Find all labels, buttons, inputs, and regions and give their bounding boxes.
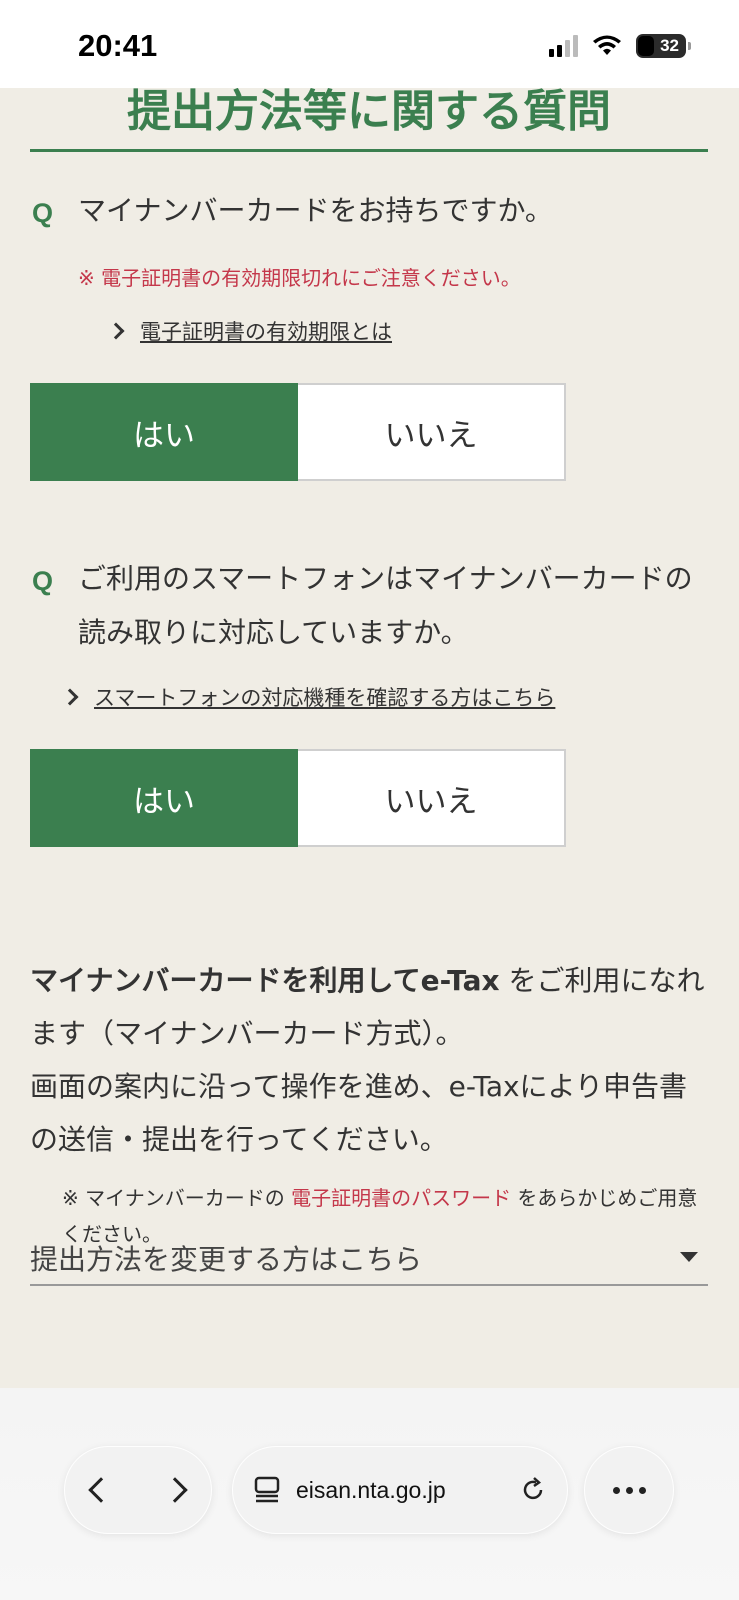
cert-expiry-link[interactable]: 電子証明書の有効期限とは: [107, 316, 392, 346]
browser-toolbar: eisan.nta.go.jp: [0, 1388, 739, 1600]
q2-toggle: はい いいえ: [30, 749, 566, 847]
more-button[interactable]: [584, 1446, 674, 1534]
result-headline: マイナンバーカードを利用してe-Tax: [30, 964, 500, 997]
change-method-dropdown[interactable]: 提出方法を変更する方はこちら: [30, 1238, 708, 1286]
battery-icon: 32: [636, 34, 691, 58]
result-message: マイナンバーカードを利用してe-Tax をご利用になれます（マイナンバーカード方…: [30, 954, 710, 1166]
q2-no-button[interactable]: いいえ: [298, 749, 566, 847]
status-icons: 32: [549, 34, 691, 58]
password-note-prefix: ※ マイナンバーカードの: [62, 1186, 292, 1210]
q2-yes-button[interactable]: はい: [30, 749, 298, 847]
more-icon: [612, 1486, 646, 1494]
nav-buttons: [64, 1446, 212, 1534]
q1-yes-button[interactable]: はい: [30, 383, 298, 481]
wifi-icon: [593, 35, 621, 55]
q1-label: Q: [32, 198, 54, 228]
q1-no-button[interactable]: いいえ: [298, 383, 566, 481]
address-bar[interactable]: eisan.nta.go.jp: [232, 1446, 568, 1534]
forward-icon[interactable]: [162, 1477, 188, 1503]
section-title: 提出方法等に関する質問: [30, 88, 708, 152]
chevron-right-icon: [61, 688, 79, 706]
supported-devices-link-text: スマートフォンの対応機種を確認する方はこちら: [94, 686, 556, 710]
back-icon[interactable]: [88, 1477, 114, 1503]
status-time: 20:41: [78, 28, 158, 63]
change-method-text: 提出方法を変更する方はこちら: [30, 1243, 423, 1276]
q1-text: マイナンバーカードをお持ちですか。: [78, 194, 553, 227]
signal-icon: [549, 35, 578, 57]
password-note-highlight: 電子証明書のパスワード: [291, 1186, 512, 1210]
reload-icon[interactable]: [518, 1475, 548, 1505]
url-text: eisan.nta.go.jp: [296, 1476, 446, 1503]
q2-label: Q: [32, 566, 54, 596]
q2-text: ご利用のスマートフォンはマイナンバーカードの読み取りに対応していますか。: [78, 562, 693, 649]
tabs-icon[interactable]: [252, 1475, 282, 1505]
chevron-right-icon: [107, 322, 125, 340]
cert-expiry-link-text: 電子証明書の有効期限とは: [140, 320, 392, 344]
q1-warning-note: ※ 電子証明書の有効期限切れにご注意ください。: [78, 266, 521, 290]
result-text-2: 画面の案内に沿って操作を進め、e-Taxにより申告書の送信・提出を行ってください…: [30, 1070, 687, 1156]
status-bar: 20:41 32: [0, 0, 739, 88]
page-content: 提出方法等に関する質問 Q マイナンバーカードをお持ちですか。 ※ 電子証明書の…: [0, 88, 739, 1388]
supported-devices-link[interactable]: スマートフォンの対応機種を確認する方はこちら: [61, 682, 556, 712]
battery-level: 32: [660, 36, 679, 55]
caret-down-icon: [680, 1252, 698, 1262]
q1-toggle: はい いいえ: [30, 383, 566, 481]
